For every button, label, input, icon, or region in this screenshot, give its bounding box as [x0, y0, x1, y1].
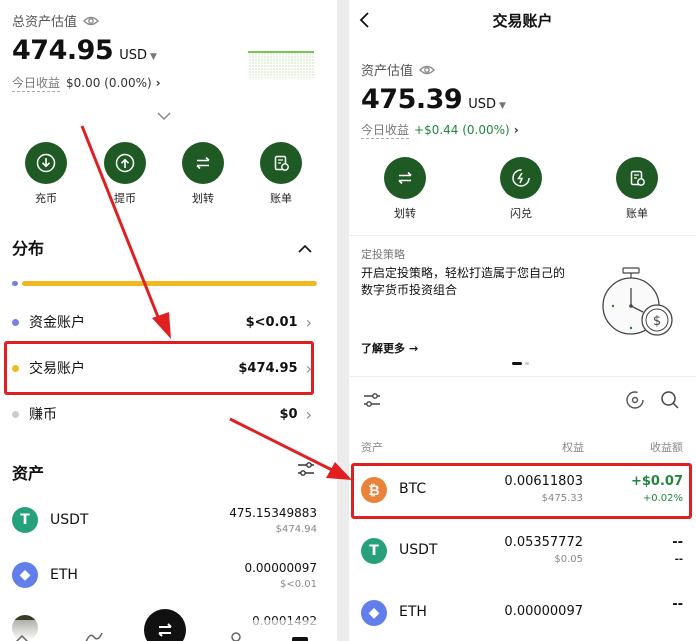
transfer-button[interactable]: 划转 [375, 157, 435, 221]
bill-label: 账单 [626, 207, 648, 220]
asset-equity-usd: $0.05 [554, 554, 583, 565]
arrow-right-icon: → [409, 341, 419, 355]
asset-pnl: -- [672, 535, 683, 550]
currency-selector[interactable]: USD ▼ [468, 97, 506, 112]
learn-more-label: 了解更多 [361, 342, 405, 355]
carousel-dot[interactable] [525, 362, 529, 365]
usdt-icon: T [361, 538, 387, 564]
bill-icon [616, 157, 658, 199]
stopwatch-coin-illustration: $ [597, 264, 687, 348]
today-pnl-value: +$0.44 (0.00%) [414, 123, 510, 137]
asset-valuation-label: 资产估值 [361, 64, 414, 79]
eth-icon: ◆ [361, 600, 387, 626]
filter-icon[interactable] [363, 392, 381, 412]
page-title: 交易账户 [492, 12, 553, 30]
strategy-text-line2: 数字货币投资组合 [361, 283, 458, 297]
svg-text:$: $ [653, 314, 661, 329]
asset-pnl-percent: -- [674, 554, 683, 565]
asset-pnl: -- [672, 597, 683, 612]
asset-row-eth[interactable]: ◆ ETH 0.00000097 -- [361, 592, 683, 636]
asset-equity: 0.05357772 [504, 535, 583, 550]
chevron-right-icon: › [513, 123, 519, 137]
eye-icon[interactable] [419, 64, 435, 76]
trading-account-panel: 交易账户 资产估值 475.39 USD ▼ 今日收益 +$0.44 (0.00%… [349, 0, 696, 641]
bill-button[interactable]: 账单 [607, 157, 667, 221]
asset-symbol: USDT [399, 542, 438, 558]
history-icon[interactable] [625, 390, 645, 414]
asset-symbol: ETH [399, 604, 427, 620]
divider [349, 376, 696, 377]
transfer-label: 划转 [394, 207, 416, 220]
learn-more-link[interactable]: 了解更多 → [361, 340, 418, 356]
strategy-text-line1: 开启定投策略，轻松打造属于您自己的 [361, 266, 566, 280]
asset-equity: 0.00000097 [504, 604, 583, 619]
today-pnl-label: 今日收益 [361, 123, 410, 139]
highlight-box [351, 463, 692, 519]
asset-valuation-value: 475.39 [361, 84, 463, 115]
column-header-equity: 权益 [562, 441, 584, 454]
currency-label: USD [468, 97, 496, 112]
flash-swap-button[interactable]: 闪兑 [491, 157, 551, 221]
carousel-dot-active[interactable] [512, 362, 522, 365]
search-icon[interactable] [660, 390, 680, 414]
annotation-arrow [80, 125, 171, 339]
asset-valuation-row: 475.39 USD ▼ [361, 84, 506, 115]
flash-swap-icon [500, 157, 542, 199]
today-pnl-row[interactable]: 今日收益 +$0.44 (0.00%) › [361, 121, 519, 139]
strategy-label: 定投策略 [361, 248, 405, 261]
flash-swap-label: 闪兑 [510, 207, 532, 220]
caret-down-icon: ▼ [498, 101, 506, 111]
transfer-icon [384, 157, 426, 199]
column-header-asset: 资产 [361, 441, 383, 454]
asset-overview-panel: 总资产估值 474.95 USD▼ 今日收益 $0.00 (0.00%) › [0, 0, 337, 641]
column-header-pnl: 收益额 [650, 441, 683, 454]
asset-valuation-label-row: 资产估值 [361, 60, 435, 79]
asset-row-usdt[interactable]: T USDT 0.05357772 $0.05 -- -- [361, 530, 683, 574]
strategy-banner[interactable]: 定投策略 开启定投策略，轻松打造属于您自己的 数字货币投资组合 了解更多 → $ [349, 236, 696, 376]
panel-divider [337, 0, 349, 641]
